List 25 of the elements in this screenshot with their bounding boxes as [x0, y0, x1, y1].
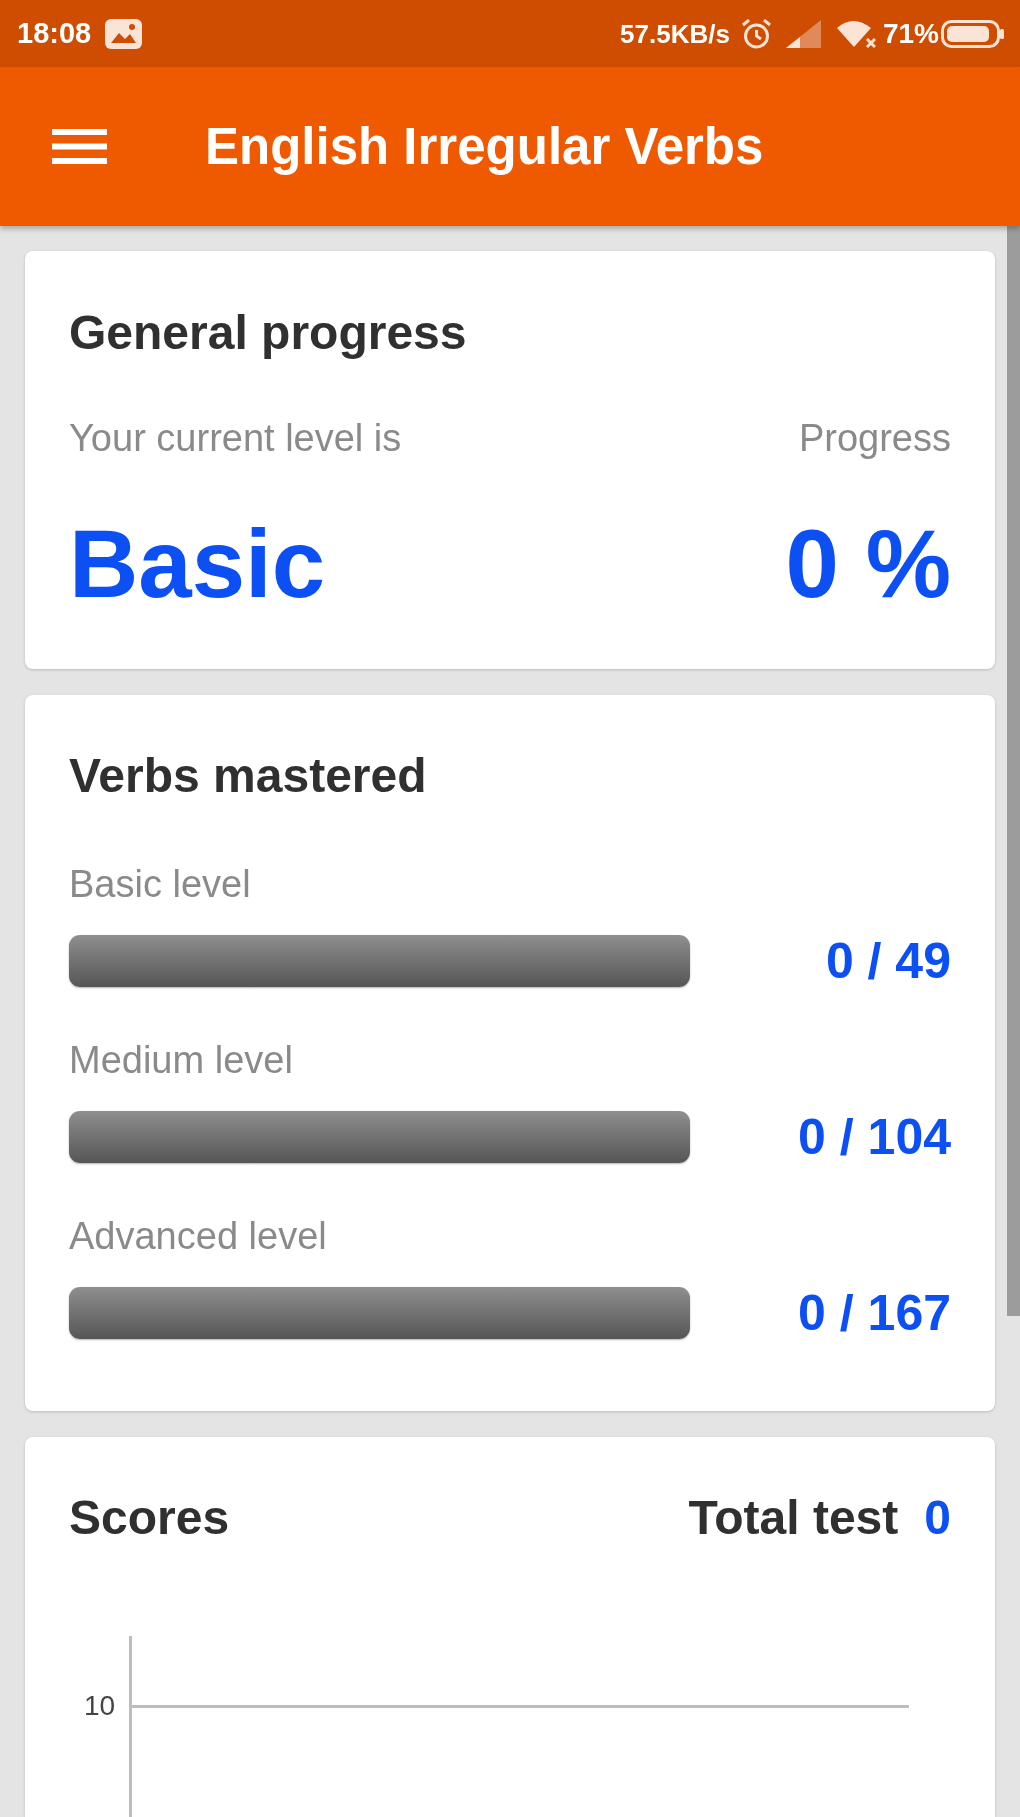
level-label: Medium level — [69, 1038, 294, 1083]
network-speed: 57.5KB/s — [620, 20, 730, 47]
mastered-count: 0 / 49 — [824, 933, 951, 989]
wifi-icon — [836, 18, 876, 49]
level-caption: Your current level is — [69, 416, 402, 461]
progress-caption: Progress — [798, 416, 951, 461]
level-label: Advanced level — [69, 1214, 328, 1259]
mastered-count: 0 / 167 — [797, 1285, 951, 1341]
battery-icon — [941, 19, 1004, 48]
card-title: General progress — [69, 305, 468, 361]
total-test-value: 0 — [924, 1490, 951, 1546]
card-title: Verbs mastered — [69, 748, 428, 804]
y-axis-tick-label: 10 — [84, 1691, 117, 1721]
mastered-count: 0 / 104 — [797, 1109, 951, 1165]
total-test-label: Total test — [688, 1490, 899, 1546]
alarm-clock-icon — [741, 18, 771, 49]
menu-icon[interactable] — [52, 129, 107, 164]
current-level: Basic — [69, 516, 326, 612]
battery-percentage: 71% — [882, 19, 939, 48]
card-title: Scores — [69, 1490, 230, 1546]
status-time: 18:08 — [17, 19, 92, 48]
signal-icon — [785, 19, 821, 48]
level-label: Basic level — [69, 862, 252, 907]
progress-value: 0 % — [785, 516, 951, 612]
image-notification-icon — [105, 18, 143, 49]
